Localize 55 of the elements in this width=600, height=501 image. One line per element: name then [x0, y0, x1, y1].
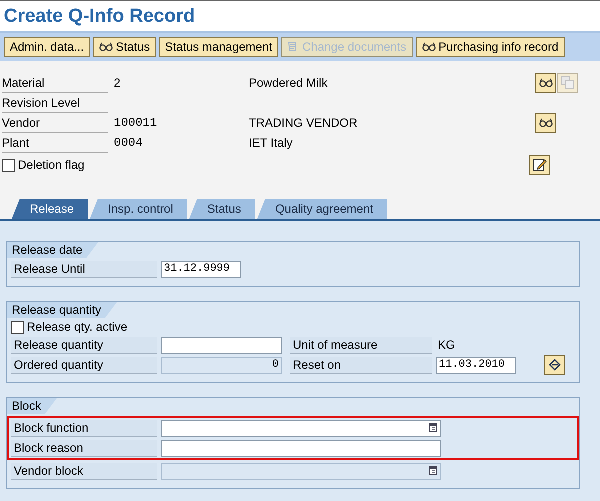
field-label: Release Until: [11, 260, 157, 278]
field-label: Plant: [2, 134, 108, 152]
field-label: Release quantity: [11, 336, 157, 354]
tab[interactable]: Quality agreement: [257, 199, 388, 219]
toolbar-button[interactable]: Admin. data...: [4, 37, 90, 57]
value-help-icon[interactable]: [429, 466, 438, 476]
group-title: Release date: [7, 242, 99, 258]
display-button[interactable]: [535, 113, 556, 133]
field-description: IET Italy: [249, 136, 294, 150]
field-value: 100011: [113, 116, 158, 130]
input-field: 0: [161, 356, 282, 374]
window-title: Create Q-Info Record: [4, 6, 196, 28]
field-value: KG: [437, 338, 456, 352]
glasses-icon: [422, 42, 436, 52]
field-label: Unit of measure: [290, 336, 432, 354]
glasses-icon: [538, 118, 552, 128]
field-description: Powdered Milk: [249, 76, 329, 90]
scroll-icon: [287, 41, 300, 53]
edit-button[interactable]: [529, 155, 550, 175]
field-label: Reset on: [290, 356, 432, 374]
display-button[interactable]: [535, 73, 556, 93]
toolbar-button[interactable]: Status management: [159, 37, 278, 57]
reset-icon: [548, 359, 562, 371]
input-field[interactable]: 31.12.9999: [161, 260, 241, 278]
group-title: Release quantity: [7, 302, 118, 318]
field-label: Vendor block: [11, 462, 157, 480]
checkbox[interactable]: [11, 320, 24, 334]
field-label: Vendor: [2, 114, 108, 132]
checkbox-label: Deletion flag: [18, 158, 85, 172]
checkbox[interactable]: [2, 158, 15, 172]
field-label: Material: [2, 74, 108, 92]
group-title: Block: [7, 398, 58, 414]
toolbar-button[interactable]: Status: [93, 37, 156, 57]
tab[interactable]: Release: [12, 199, 88, 219]
toolbar-button[interactable]: Purchasing info record: [416, 37, 565, 57]
glasses-icon: [538, 78, 552, 88]
field-label: Ordered quantity: [11, 356, 157, 374]
field-value: 0004: [113, 136, 144, 150]
field-label: Block reason: [11, 440, 157, 456]
value-help-icon[interactable]: [429, 423, 438, 433]
input-field[interactable]: 11.03.2010: [436, 356, 516, 374]
reset-button[interactable]: [544, 355, 565, 375]
edit-icon: [532, 158, 546, 172]
input-field[interactable]: [161, 336, 282, 354]
input-field[interactable]: [161, 420, 441, 436]
input-field[interactable]: [161, 440, 441, 456]
glasses-icon: [99, 42, 114, 52]
field-label: Revision Level: [2, 94, 108, 112]
tab[interactable]: Status: [189, 199, 256, 219]
tab[interactable]: Insp. control: [90, 199, 188, 219]
field-value: 2: [113, 76, 122, 90]
field-label: Block function: [11, 420, 157, 436]
checkbox-label: Release qty. active: [27, 320, 128, 334]
field-description: TRADING VENDOR: [249, 116, 359, 130]
copy-icon: [560, 76, 574, 90]
